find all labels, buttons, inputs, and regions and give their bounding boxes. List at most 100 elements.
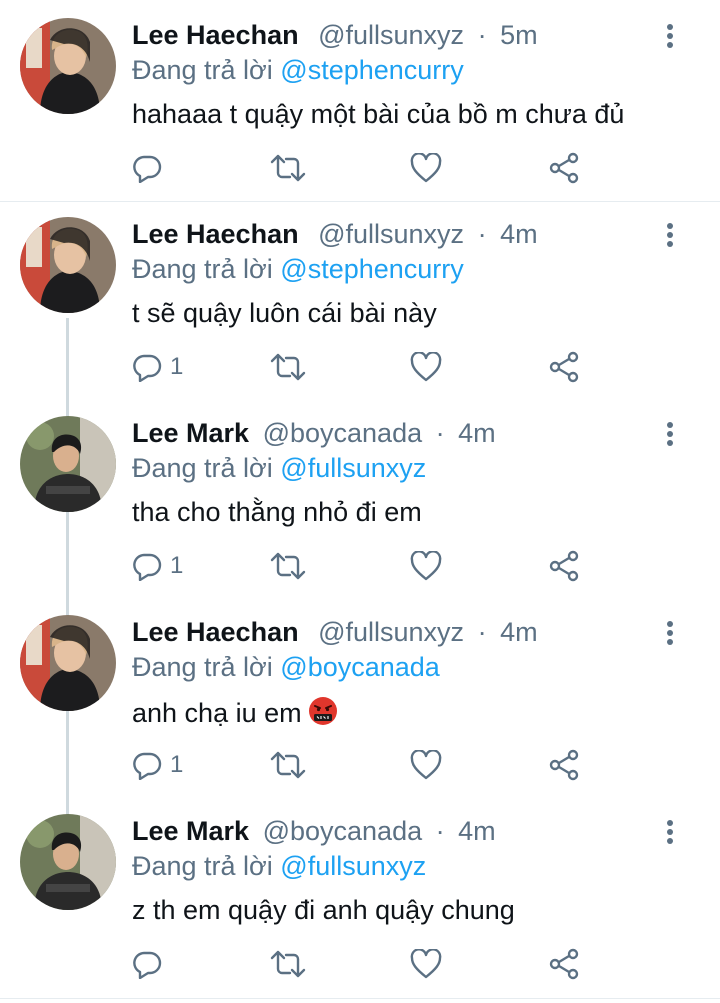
reply-button[interactable]: 1 [132, 546, 183, 586]
reply-count: 1 [170, 751, 184, 778]
separator-dot: · [477, 219, 487, 249]
reply-button[interactable] [132, 148, 170, 188]
like-icon [410, 352, 442, 382]
like-button[interactable] [410, 944, 442, 984]
reply-button[interactable]: 1 [132, 745, 183, 785]
share-button[interactable] [548, 347, 580, 387]
more-icon[interactable] [664, 223, 676, 251]
angry-cursing-face-icon [308, 696, 338, 733]
replying-to-label: Đang trả lời [132, 851, 273, 881]
more-icon[interactable] [664, 24, 676, 52]
retweet-button[interactable] [270, 546, 306, 586]
mention-link[interactable]: @boycanada [280, 652, 440, 682]
retweet-icon [270, 751, 306, 779]
like-button[interactable] [410, 546, 442, 586]
reply-icon [133, 951, 162, 979]
retweet-button[interactable] [270, 347, 306, 387]
author-handle[interactable]: @fullsunxyz [318, 219, 464, 249]
author-handle[interactable]: @boycanada [263, 816, 423, 846]
reply-icon [133, 354, 162, 382]
tweet-actions: 1 [132, 347, 602, 387]
avatar[interactable] [20, 615, 116, 711]
retweet-button[interactable] [270, 148, 306, 188]
timestamp[interactable]: 5m [500, 20, 538, 50]
reply-button[interactable]: 1 [132, 347, 183, 387]
timestamp[interactable]: 4m [500, 219, 538, 249]
tweet[interactable]: Lee Haechan @fullsunxyz · 4m Đang trả lờ… [0, 199, 720, 398]
avatar[interactable] [20, 416, 116, 512]
share-button[interactable] [548, 745, 580, 785]
replying-to-label: Đang trả lời [132, 254, 273, 284]
mention-link[interactable]: @fullsunxyz [280, 851, 426, 881]
reply-icon [133, 752, 162, 780]
share-icon [549, 351, 579, 383]
replying-to: Đang trả lời @fullsunxyz [132, 851, 426, 882]
replying-to: Đang trả lời @stephencurry [132, 55, 464, 86]
share-button[interactable] [548, 546, 580, 586]
retweet-button[interactable] [270, 944, 306, 984]
tweet-actions: 1 [132, 546, 602, 586]
tweet-header: Lee Haechan @fullsunxyz · 5m [132, 20, 538, 51]
tweet-text: z th em quậy đi anh quậy chung [132, 895, 515, 925]
replying-to-label: Đang trả lời [132, 453, 273, 483]
avatar[interactable] [20, 217, 116, 313]
mention-link[interactable]: @fullsunxyz [280, 453, 426, 483]
tweet-text: hahaaa t quậy một bài của bồ m chưa đủ [132, 99, 625, 129]
tweet[interactable]: Lee Haechan @fullsunxyz · 4m Đang trả lờ… [0, 597, 720, 796]
retweet-icon [270, 552, 306, 580]
tweet[interactable]: Lee Haechan @fullsunxyz · 5m Đang trả lờ… [0, 0, 720, 201]
replying-to-label: Đang trả lời [132, 55, 273, 85]
separator-dot: · [435, 418, 445, 448]
retweet-button[interactable] [270, 745, 306, 785]
tweet-actions [132, 148, 602, 188]
more-icon[interactable] [664, 422, 676, 450]
author-name[interactable]: Lee Haechan [132, 219, 299, 249]
mention-link[interactable]: @stephencurry [280, 254, 464, 284]
author-name[interactable]: Lee Haechan [132, 20, 299, 50]
tweet-header: Lee Haechan @fullsunxyz · 4m [132, 617, 538, 648]
reply-count: 1 [170, 353, 184, 380]
avatar[interactable] [20, 814, 116, 910]
tweet-header: Lee Mark @boycanada · 4m [132, 816, 496, 847]
tweet-text-content: anh chạ iu em [132, 698, 302, 728]
more-icon[interactable] [664, 820, 676, 848]
share-icon [549, 152, 579, 184]
tweet-text: anh chạ iu em [132, 696, 338, 733]
share-icon [549, 749, 579, 781]
replying-to: Đang trả lời @stephencurry [132, 254, 464, 285]
tweet-actions: 1 [132, 745, 602, 785]
like-button[interactable] [410, 745, 442, 785]
author-name[interactable]: Lee Haechan [132, 617, 299, 647]
reply-count: 1 [170, 552, 184, 579]
like-icon [410, 750, 442, 780]
author-name[interactable]: Lee Mark [132, 816, 249, 846]
replying-to-label: Đang trả lời [132, 652, 273, 682]
like-icon [410, 153, 442, 183]
like-button[interactable] [410, 347, 442, 387]
retweet-icon [270, 950, 306, 978]
timestamp[interactable]: 4m [458, 418, 496, 448]
separator-dot: · [435, 816, 445, 846]
avatar[interactable] [20, 18, 116, 114]
tweet-actions [132, 944, 602, 984]
tweet[interactable]: Lee Mark @boycanada · 4m Đang trả lời @f… [0, 398, 720, 597]
author-handle[interactable]: @fullsunxyz [318, 617, 464, 647]
share-icon [549, 550, 579, 582]
timestamp[interactable]: 4m [458, 816, 496, 846]
share-button[interactable] [548, 944, 580, 984]
share-icon [549, 948, 579, 980]
reply-button[interactable] [132, 944, 170, 984]
like-icon [410, 949, 442, 979]
reply-icon [133, 155, 162, 183]
tweet-header: Lee Haechan @fullsunxyz · 4m [132, 219, 538, 250]
author-name[interactable]: Lee Mark [132, 418, 249, 448]
author-handle[interactable]: @fullsunxyz [318, 20, 464, 50]
timestamp[interactable]: 4m [500, 617, 538, 647]
mention-link[interactable]: @stephencurry [280, 55, 464, 85]
tweet[interactable]: Lee Mark @boycanada · 4m Đang trả lời @f… [0, 796, 720, 998]
replying-to: Đang trả lời @boycanada [132, 652, 440, 683]
more-icon[interactable] [664, 621, 676, 649]
author-handle[interactable]: @boycanada [263, 418, 423, 448]
like-button[interactable] [410, 148, 442, 188]
share-button[interactable] [548, 148, 580, 188]
